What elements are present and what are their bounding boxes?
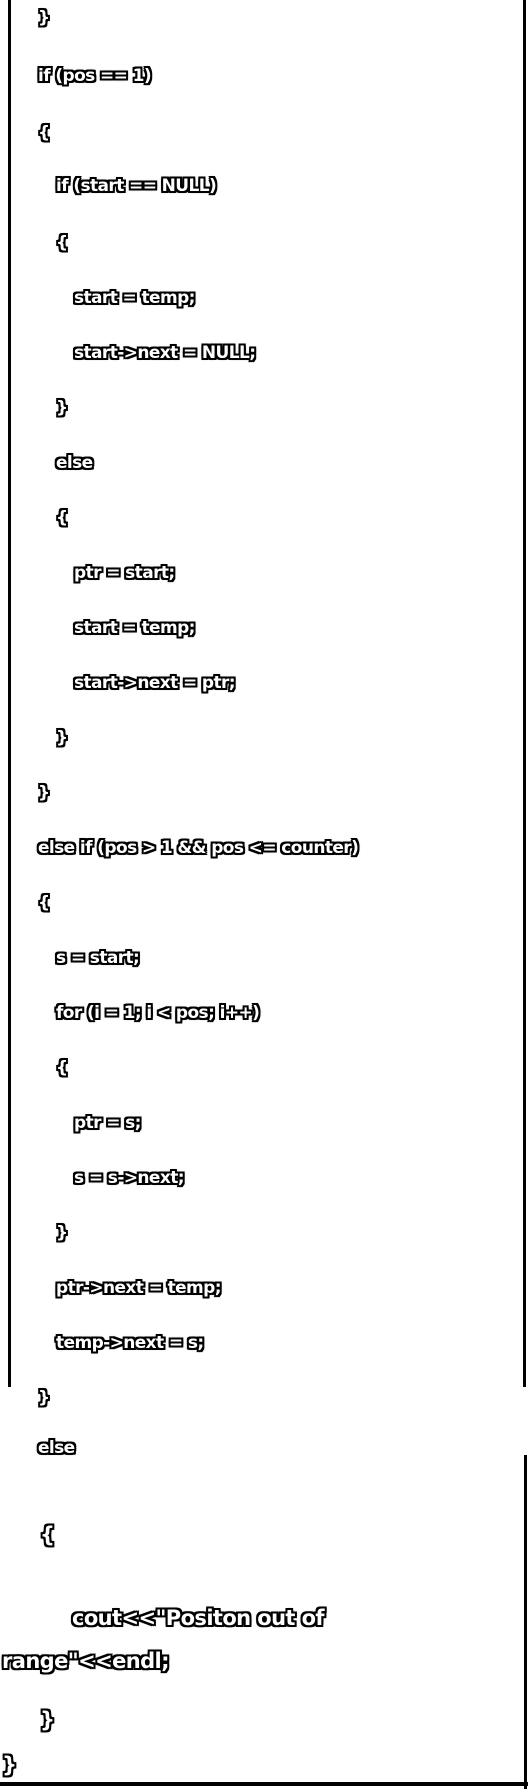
code-line: } — [38, 8, 50, 28]
code-line: if (start == NULL) — [56, 176, 217, 196]
code-line: } — [2, 1753, 17, 1777]
code-line: { — [56, 233, 68, 253]
document-border-bottom — [0, 1782, 528, 1786]
code-line: { — [38, 893, 50, 913]
code-line: s = s->next; — [74, 1168, 185, 1188]
code-line: { — [40, 1523, 55, 1547]
code-line: ptr = start; — [74, 563, 175, 583]
code-line: range"<<endl; — [2, 1649, 170, 1673]
code-line: start->next = NULL; — [74, 343, 256, 363]
document-border-right-top — [523, 0, 526, 1387]
code-line: else — [56, 453, 93, 473]
code-line: start->next = ptr; — [74, 673, 236, 693]
document-border-right-bottom — [524, 1455, 527, 1789]
code-line: { — [56, 1058, 68, 1078]
code-line: start = temp; — [74, 288, 195, 308]
code-line: temp->next = s; — [56, 1333, 204, 1353]
code-line: else if (pos > 1 && pos <= counter) — [38, 838, 359, 858]
code-line: } — [56, 1223, 68, 1243]
code-document: } if (pos == 1) { if (start == NULL) { s… — [0, 0, 528, 1789]
code-line: ptr->next = temp; — [56, 1278, 222, 1298]
code-line: start = temp; — [74, 618, 195, 638]
code-line: { — [38, 123, 50, 143]
code-line: } — [38, 783, 50, 803]
code-line: s = start; — [56, 948, 140, 968]
code-line: if (pos == 1) — [38, 66, 152, 86]
code-line: } — [40, 1708, 55, 1732]
code-line: { — [56, 508, 68, 528]
code-line: } — [38, 1388, 50, 1408]
code-line: for (i = 1; i < pos; i++) — [56, 1003, 260, 1023]
code-line: else — [38, 1438, 75, 1458]
code-line: } — [56, 728, 68, 748]
code-line: cout<<"Positon out of — [72, 1606, 325, 1630]
document-border-left — [8, 0, 11, 1387]
code-line: } — [56, 398, 68, 418]
code-line: ptr = s; — [74, 1113, 141, 1133]
